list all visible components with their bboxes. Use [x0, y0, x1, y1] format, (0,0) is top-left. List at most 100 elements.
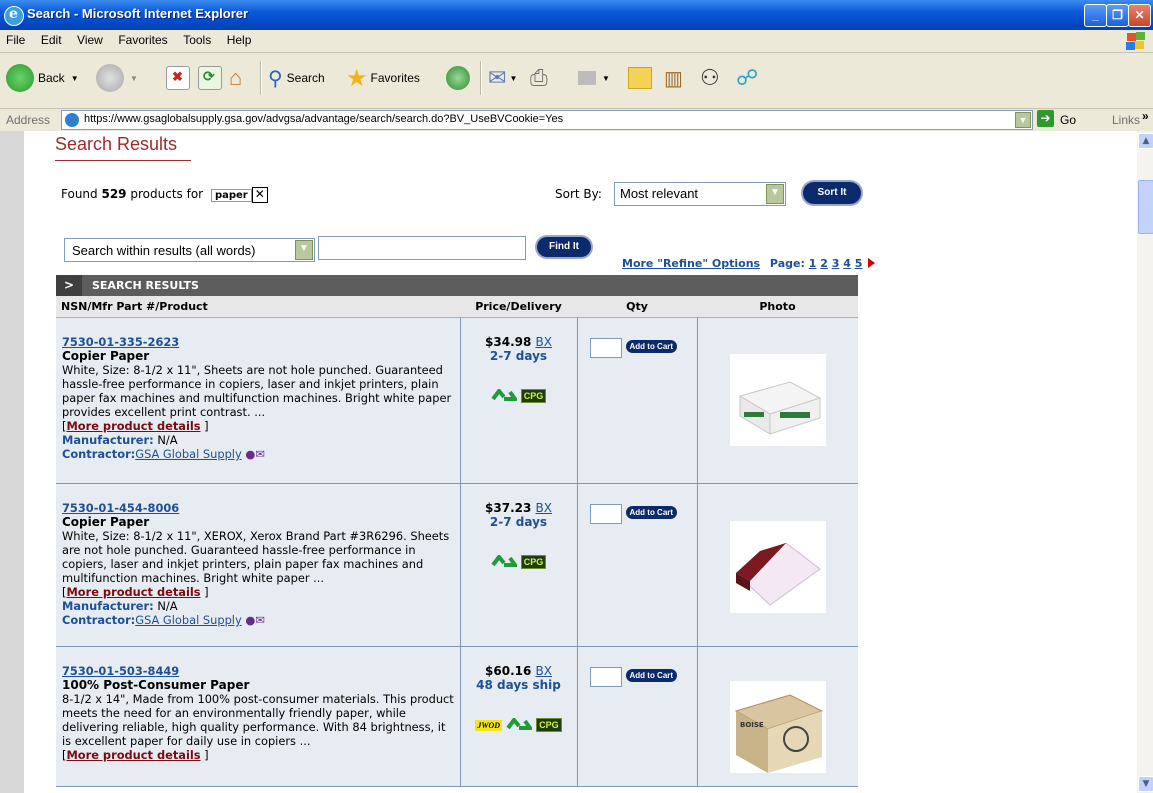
- home-button[interactable]: ⌂: [229, 61, 242, 95]
- edit-button[interactable]: ▼: [578, 61, 610, 95]
- next-page-icon[interactable]: [868, 258, 876, 268]
- messenger-button[interactable]: ⚇: [700, 61, 720, 95]
- contractor-info-icon[interactable]: ●✉: [245, 447, 264, 461]
- discuss-button[interactable]: [628, 61, 652, 95]
- unit-link[interactable]: BX: [536, 664, 552, 678]
- close-button[interactable]: ✕: [1128, 4, 1151, 27]
- remove-query-button[interactable]: ✕: [251, 187, 268, 203]
- menu-file[interactable]: File: [0, 30, 31, 47]
- links-button[interactable]: Links: [1112, 113, 1140, 127]
- qty-cell: Add to Cart: [577, 646, 698, 787]
- add-to-cart-button[interactable]: Add to Cart: [625, 506, 678, 519]
- left-margin: [0, 131, 24, 793]
- star-icon: ★: [346, 64, 368, 92]
- research-button[interactable]: ▥: [664, 61, 683, 95]
- more-details-link[interactable]: More product details: [66, 419, 200, 433]
- price-value: $60.16: [485, 664, 532, 678]
- more-details-link[interactable]: More product details: [66, 585, 200, 599]
- search-button[interactable]: ⚲ Search: [268, 61, 325, 95]
- product-photo: [729, 521, 826, 613]
- page-link-4[interactable]: 4: [843, 257, 851, 270]
- delivery-time: 2-7 days: [489, 515, 548, 529]
- stop-button[interactable]: ✖: [166, 61, 190, 95]
- cpg-badge: CPG: [536, 718, 562, 732]
- print-button[interactable]: ⎙: [530, 61, 548, 95]
- box-brand-label: BOISE: [740, 721, 764, 729]
- product-photo: [729, 354, 826, 446]
- contractor-info-icon[interactable]: ●✉: [245, 613, 264, 627]
- page-link-5[interactable]: 5: [855, 257, 863, 270]
- scroll-thumb[interactable]: [1138, 180, 1153, 234]
- window-title: Search - Microsoft Internet Explorer: [27, 6, 249, 21]
- add-to-cart-button[interactable]: Add to Cart: [625, 669, 678, 682]
- menu-help[interactable]: Help: [221, 30, 258, 47]
- mail-button[interactable]: ✉ ▼: [488, 61, 517, 95]
- product-cell: 7530-01-454-8006 Copier Paper White, Siz…: [56, 483, 461, 647]
- product-cell: 7530-01-335-2623 Copier Paper White, Siz…: [56, 317, 461, 484]
- find-it-button[interactable]: Find It: [537, 237, 591, 257]
- chevron-right-icon[interactable]: »: [1142, 109, 1149, 123]
- unit-link[interactable]: BX: [536, 335, 552, 349]
- contractor-label: Contractor:: [62, 613, 136, 627]
- search-within-input[interactable]: [318, 236, 526, 260]
- forward-button[interactable]: ▼: [96, 61, 138, 95]
- go-arrow-icon[interactable]: ➔: [1037, 110, 1054, 127]
- nsn-link[interactable]: 7530-01-335-2623: [62, 335, 455, 349]
- more-details-row: [More product details ]: [62, 585, 209, 599]
- search-within-select[interactable]: Search within results (all words) ▼: [64, 238, 315, 262]
- refine-options-link[interactable]: More "Refine" Options: [622, 257, 760, 270]
- toolbar: Back ▼ ▼ ✖ ⟳ ⌂ ⚲ Search ★ Favorites ✉ ▼ ⎙…: [0, 53, 1153, 109]
- history-button[interactable]: [446, 61, 470, 95]
- menu-view[interactable]: View: [71, 30, 109, 47]
- qty-input[interactable]: [589, 338, 622, 358]
- price-cell: $34.98 BX 2-7 days CPG: [460, 317, 578, 484]
- cpg-badge: CPG: [520, 389, 547, 403]
- cpg-badge: CPG: [520, 555, 547, 569]
- contractor-row: Contractor:GSA Global Supply ●✉: [62, 613, 455, 627]
- address-input[interactable]: https://www.gsaglobalsupply.gsa.gov/advg…: [61, 110, 1033, 130]
- chevron-down-icon[interactable]: ▼: [1015, 112, 1031, 128]
- favorites-button[interactable]: ★ Favorites: [346, 61, 420, 95]
- add-to-cart-button[interactable]: Add to Cart: [625, 340, 678, 353]
- qty-input[interactable]: [589, 667, 622, 687]
- scroll-down-icon[interactable]: ▼: [1138, 776, 1153, 792]
- more-details-link[interactable]: More product details: [66, 748, 200, 762]
- menu-edit[interactable]: Edit: [35, 30, 68, 47]
- contractor-row: Contractor:GSA Global Supply ●✉: [62, 447, 455, 461]
- go-button[interactable]: Go: [1060, 113, 1076, 127]
- back-button[interactable]: Back ▼: [6, 61, 79, 95]
- chevron-down-icon[interactable]: ▼: [130, 74, 138, 83]
- page-link-1[interactable]: 1: [809, 257, 817, 270]
- chevron-down-icon[interactable]: ▼: [295, 240, 313, 260]
- back-label: Back: [38, 71, 65, 85]
- manufacturer-label: Manufacturer:: [62, 599, 154, 613]
- refresh-button[interactable]: ⟳: [198, 61, 222, 95]
- contractor-link[interactable]: GSA Global Supply: [135, 613, 241, 627]
- chevron-down-icon[interactable]: ▼: [509, 74, 517, 83]
- chevron-down-icon[interactable]: ▼: [602, 74, 610, 83]
- nsn-link[interactable]: 7530-01-454-8006: [62, 501, 455, 515]
- menu-tools[interactable]: Tools: [177, 30, 217, 47]
- maximize-button[interactable]: ❐: [1106, 4, 1129, 27]
- chevron-right-icon[interactable]: >: [56, 275, 82, 296]
- chevron-down-icon[interactable]: ▼: [766, 184, 784, 204]
- qty-input[interactable]: [589, 504, 622, 524]
- sort-select[interactable]: Most relevant ▼: [614, 182, 786, 206]
- nsn-link[interactable]: 7530-01-503-8449: [62, 664, 455, 678]
- chevron-down-icon[interactable]: ▼: [71, 74, 79, 83]
- menu-favorites[interactable]: Favorites: [112, 30, 173, 47]
- table-row: 7530-01-503-8449 100% Post-Consumer Pape…: [56, 646, 858, 787]
- contractor-link[interactable]: GSA Global Supply: [135, 447, 241, 461]
- title-underline: [55, 160, 191, 161]
- unit-link[interactable]: BX: [536, 501, 552, 515]
- price-cell: $60.16 BX 48 days ship JWOD CPG: [460, 646, 578, 787]
- recycle-icon: [491, 387, 519, 403]
- minimize-button[interactable]: _: [1084, 4, 1107, 27]
- found-prefix: Found: [61, 187, 98, 201]
- scroll-up-icon[interactable]: ▲: [1138, 133, 1153, 149]
- sort-it-button[interactable]: Sort It: [803, 182, 861, 204]
- page-link-3[interactable]: 3: [832, 257, 840, 270]
- buddies-button[interactable]: ☍: [736, 61, 758, 95]
- page-link-2[interactable]: 2: [820, 257, 828, 270]
- vertical-scrollbar[interactable]: ▲ ▼: [1137, 131, 1153, 793]
